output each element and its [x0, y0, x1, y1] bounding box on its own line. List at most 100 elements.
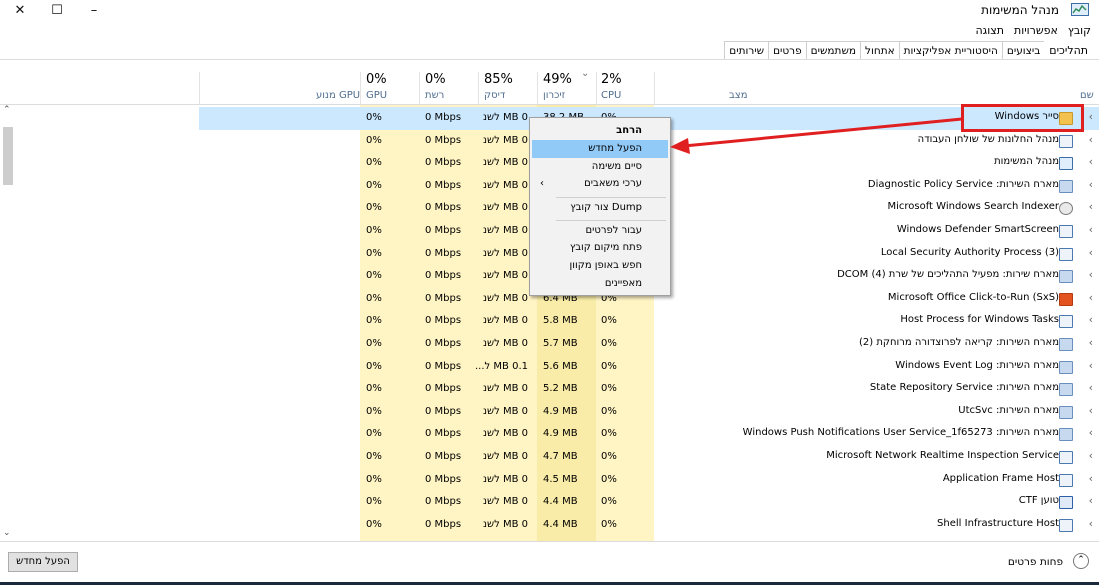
process-name: מארח שירות: מפעיל התהליכים של שרת DCOM (… [837, 269, 1059, 281]
column-header-name[interactable]: שם [1080, 90, 1094, 101]
column-header-cpu[interactable]: CPU [601, 90, 621, 101]
network-cell: 0 Mbps [425, 202, 462, 214]
tab-performance[interactable]: ביצועים [1001, 41, 1046, 60]
app-window-icon [1059, 225, 1073, 238]
menu-item-properties[interactable]: מאפיינים [532, 275, 668, 293]
process-row[interactable]: ‹ מארח השירות: קריאה לפרוצדורה מרוחקת (2)… [0, 333, 1099, 356]
collapse-icon[interactable]: ⌃ [1073, 553, 1089, 569]
maximize-button[interactable]: ☐ [43, 2, 71, 20]
process-row[interactable]: ‹ מארח השירות: UtcSvc 0% 4.9 MB 0 MB לשנ 0 Mb… [0, 401, 1099, 424]
tab-startup[interactable]: אתחול [860, 41, 900, 60]
scroll-down-icon[interactable]: ⌄ [3, 528, 11, 538]
expand-chevron-icon[interactable]: ‹ [1089, 200, 1093, 213]
office-icon [1059, 292, 1073, 306]
scroll-up-icon[interactable]: ⌃ [3, 105, 11, 115]
expand-chevron-icon[interactable]: ‹ [1089, 472, 1093, 485]
app-window-icon [1059, 473, 1073, 487]
disk-cell: 0 MB לשנ [482, 383, 528, 395]
window-title: מנהל המשימות [981, 3, 1059, 17]
menu-view[interactable]: תצוגה [975, 24, 1003, 37]
menu-item-go-to-details[interactable]: עבור לפרטים [532, 222, 668, 240]
disk-cell: 0 MB לשנ [482, 112, 528, 123]
gpu-cell: 0% [366, 473, 382, 485]
memory-cell: 4.9 MB [543, 428, 578, 440]
expand-chevron-icon[interactable]: ‹ [1089, 178, 1093, 191]
menu-item-expand[interactable]: הרחב [532, 122, 668, 140]
network-cell: 0 Mbps [425, 225, 462, 236]
process-row[interactable]: ‹ Shell Infrastructure Host 0% 4.4 MB 0 MB ל… [0, 514, 1099, 537]
column-header-gpu[interactable]: GPU [366, 90, 387, 101]
disk-cell: 0 MB לשנ [482, 496, 528, 508]
tab-services[interactable]: שירותים [724, 41, 770, 60]
menu-item-create-dump[interactable]: צור קובץ Dump [532, 199, 668, 217]
column-header-gpu-engine[interactable]: מנוע GPU [316, 90, 360, 101]
expand-chevron-icon[interactable]: ‹ [1089, 517, 1093, 530]
expand-chevron-icon[interactable]: ‹ [1089, 381, 1093, 394]
expand-chevron-icon[interactable]: ‹ [1089, 110, 1093, 123]
expand-chevron-icon[interactable]: ‹ [1089, 223, 1093, 236]
disk-cell: 0 MB לשנ [482, 157, 528, 169]
column-header-memory[interactable]: זיכרון [543, 90, 565, 101]
process-row[interactable]: ‹ Host Process for Windows Tasks 0% 5.8 MB 0… [0, 310, 1099, 333]
gpu-cell: 0% [366, 405, 382, 417]
scroll-thumb[interactable] [3, 127, 13, 185]
disk-cell: 0 MB לשנ [482, 315, 528, 327]
menu-item-restart[interactable]: הפעל מחדש [532, 140, 668, 158]
menu-item-open-file-location[interactable]: פתח מיקום קובץ [532, 239, 668, 257]
column-header-disk[interactable]: דיסק [484, 90, 505, 101]
expand-chevron-icon[interactable]: ‹ [1089, 449, 1093, 462]
network-cell: 0 Mbps [425, 247, 462, 259]
gpu-cell: 0% [366, 338, 382, 349]
menu-item-resource-values[interactable]: ערכי משאבים ‹ [532, 175, 668, 193]
tab-processes[interactable]: תהליכים [1044, 41, 1093, 60]
minimize-button[interactable]: – [80, 2, 108, 20]
app-window-icon [1059, 315, 1073, 329]
tab-details[interactable]: פרטים [768, 41, 807, 60]
memory-cell: 4.4 MB [543, 518, 578, 530]
network-cell: 0 Mbps [425, 338, 462, 349]
expand-chevron-icon[interactable]: ‹ [1089, 359, 1093, 372]
gpu-cell: 0% [366, 451, 382, 462]
menu-options[interactable]: אפשרויות [1014, 24, 1058, 37]
expand-chevron-icon[interactable]: ‹ [1089, 426, 1093, 439]
network-cell: 0 Mbps [425, 473, 462, 485]
memory-cell: 5.8 MB [543, 315, 578, 327]
menu-item-end-task[interactable]: סיים משימה [532, 158, 668, 176]
gear-icon [1059, 338, 1073, 351]
divider [556, 197, 666, 198]
network-total: 0% [425, 72, 446, 87]
tab-app-history[interactable]: היסטוריית אפליקציות [898, 41, 1003, 60]
gpu-cell: 0% [366, 247, 382, 259]
less-details-link[interactable]: פחות פרטים [1008, 556, 1063, 568]
cpu-cell: 0% [601, 405, 617, 417]
cpu-total: 2% [601, 72, 622, 87]
expand-chevron-icon[interactable]: ‹ [1089, 494, 1093, 507]
expand-chevron-icon[interactable]: ‹ [1089, 155, 1093, 168]
expand-chevron-icon[interactable]: ‹ [1089, 291, 1093, 304]
process-row[interactable]: ‹ מארח השירות: Windows Event Log 0% 5.6 MB 0… [0, 356, 1099, 379]
process-row[interactable]: ‹ טוען CTF 0% 4.4 MB 0 MB לשנ 0 Mbps 0% [0, 491, 1099, 514]
expand-chevron-icon[interactable]: ‹ [1089, 268, 1093, 281]
column-header-network[interactable]: רשת [425, 90, 444, 101]
expand-chevron-icon[interactable]: ‹ [1089, 313, 1093, 326]
process-row[interactable]: ‹ מארח השירות: Windows Push Notifications… [0, 423, 1099, 446]
network-cell: 0 Mbps [425, 179, 462, 191]
column-header-status[interactable]: מצב [729, 90, 748, 101]
network-cell: 0 Mbps [425, 292, 462, 304]
menu-file[interactable]: קובץ [1068, 24, 1091, 37]
process-row[interactable]: ‹ Application Frame Host 0% 4.5 MB 0 MB לשנ 0… [0, 469, 1099, 492]
expand-chevron-icon[interactable]: ‹ [1089, 133, 1093, 146]
expand-chevron-icon[interactable]: ‹ [1089, 404, 1093, 417]
tab-users[interactable]: משתמשים [805, 41, 862, 60]
restart-button[interactable]: הפעל מחדש [8, 552, 78, 572]
expand-chevron-icon[interactable]: ‹ [1089, 246, 1093, 259]
disk-cell: 0 MB לשנ [482, 247, 528, 259]
cpu-cell: 0% [601, 473, 617, 485]
menu-item-search-online[interactable]: חפש באופן מקוון [532, 257, 668, 275]
process-row[interactable]: ‹ מארח השירות: State Repository Service 0%… [0, 378, 1099, 401]
close-button[interactable]: ✕ [6, 2, 34, 20]
process-row[interactable]: ‹ Microsoft Network Realtime Inspection S… [0, 446, 1099, 469]
disk-cell: 0.1 MB ל... [475, 360, 528, 372]
expand-chevron-icon[interactable]: ‹ [1089, 336, 1093, 349]
gear-icon [1059, 428, 1073, 442]
